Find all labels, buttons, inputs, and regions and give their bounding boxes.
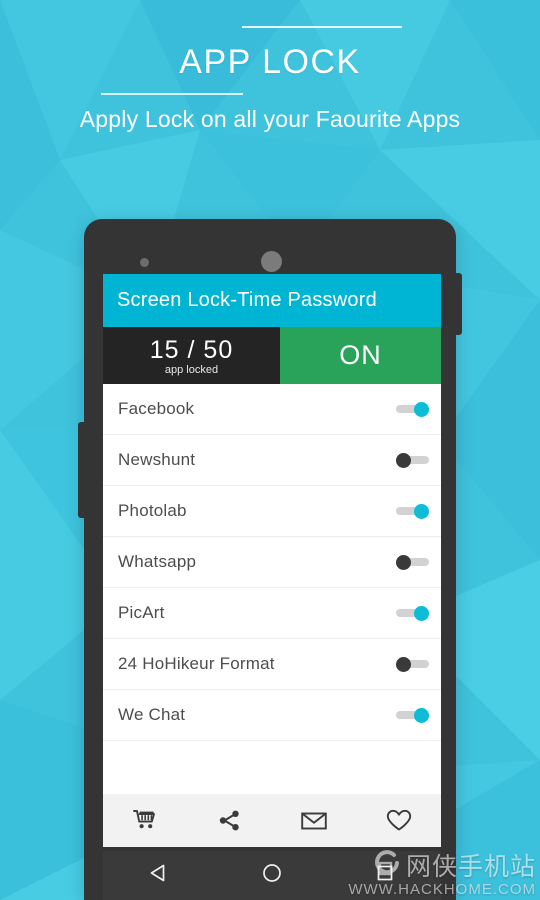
app-list-item[interactable]: Facebook bbox=[103, 384, 441, 435]
master-switch-button[interactable]: ON bbox=[280, 327, 441, 384]
toolbar-cart-button[interactable] bbox=[103, 809, 188, 832]
app-lock-toggle[interactable] bbox=[396, 657, 429, 672]
app-name-label: Photolab bbox=[118, 501, 187, 520]
share-icon bbox=[218, 809, 241, 832]
app-list-item[interactable]: Newshunt bbox=[103, 435, 441, 486]
phone-screen: Screen Lock-Time Password 15 / 50 app lo… bbox=[103, 274, 441, 847]
recents-square-icon bbox=[374, 862, 396, 889]
app-lock-toggle[interactable] bbox=[396, 402, 429, 417]
app-name-label: PicArt bbox=[118, 603, 165, 622]
app-name-label: We Chat bbox=[118, 705, 186, 724]
app-bar-title: Screen Lock-Time Password bbox=[117, 289, 377, 311]
earpiece-speaker-icon bbox=[261, 251, 282, 272]
locked-count-value: 15 / 50 bbox=[149, 335, 234, 364]
toggle-knob bbox=[414, 606, 429, 621]
app-name-label: Whatsapp bbox=[118, 552, 197, 571]
back-triangle-icon bbox=[148, 862, 170, 889]
nav-recents-button[interactable] bbox=[328, 862, 441, 889]
bottom-toolbar bbox=[103, 794, 441, 847]
title-rule-bottom bbox=[101, 93, 243, 95]
app-lock-toggle[interactable] bbox=[396, 606, 429, 621]
app-name-label: 24 HoHikeur Format bbox=[118, 654, 275, 673]
toggle-knob bbox=[396, 657, 411, 672]
app-list-item[interactable]: 24 HoHikeur Format bbox=[103, 639, 441, 690]
app-list: Facebook Newshunt Photolab Whatsapp PicArt 24… bbox=[103, 384, 441, 804]
app-lock-toggle[interactable] bbox=[396, 555, 429, 570]
locked-count-caption: app locked bbox=[164, 363, 219, 376]
app-lock-toggle[interactable] bbox=[396, 453, 429, 468]
app-list-item[interactable]: Whatsapp bbox=[103, 537, 441, 588]
toolbar-favorite-button[interactable] bbox=[357, 809, 442, 832]
nav-back-button[interactable] bbox=[103, 862, 216, 889]
app-list-item[interactable]: We Chat bbox=[103, 690, 441, 741]
promo-screenshot: APP LOCK Apply Lock on all your Faourite… bbox=[0, 0, 540, 900]
app-lock-toggle[interactable] bbox=[396, 708, 429, 723]
app-bar: Screen Lock-Time Password bbox=[103, 274, 441, 327]
volume-button[interactable] bbox=[78, 422, 85, 518]
promo-header: APP LOCK Apply Lock on all your Faourite… bbox=[0, 0, 540, 133]
shopping-cart-icon bbox=[132, 809, 158, 832]
nav-home-button[interactable] bbox=[216, 862, 329, 889]
master-switch-label: ON bbox=[339, 340, 382, 370]
app-name-label: Facebook bbox=[118, 399, 195, 418]
app-name-label: Newshunt bbox=[118, 450, 196, 469]
toggle-knob bbox=[396, 555, 411, 570]
phone-device: Screen Lock-Time Password 15 / 50 app lo… bbox=[78, 219, 462, 900]
power-button[interactable] bbox=[455, 273, 462, 335]
app-list-item[interactable]: Photolab bbox=[103, 486, 441, 537]
toggle-knob bbox=[396, 453, 411, 468]
toolbar-mail-button[interactable] bbox=[272, 811, 357, 831]
toolbar-share-button[interactable] bbox=[188, 809, 273, 832]
status-strip: 15 / 50 app locked ON bbox=[103, 327, 441, 384]
proximity-sensor-icon bbox=[140, 258, 149, 267]
app-lock-toggle[interactable] bbox=[396, 504, 429, 519]
toggle-knob bbox=[414, 708, 429, 723]
home-circle-icon bbox=[261, 862, 283, 889]
app-list-item[interactable]: PicArt bbox=[103, 588, 441, 639]
android-nav-bar bbox=[103, 851, 441, 900]
locked-counter: 15 / 50 app locked bbox=[103, 327, 280, 384]
heart-icon bbox=[386, 809, 412, 832]
promo-subtitle: Apply Lock on all your Faourite Apps bbox=[79, 106, 461, 132]
toggle-knob bbox=[414, 504, 429, 519]
title-rule-top bbox=[242, 26, 402, 28]
toggle-knob bbox=[414, 402, 429, 417]
envelope-icon bbox=[301, 811, 328, 831]
promo-title: APP LOCK bbox=[179, 43, 361, 81]
